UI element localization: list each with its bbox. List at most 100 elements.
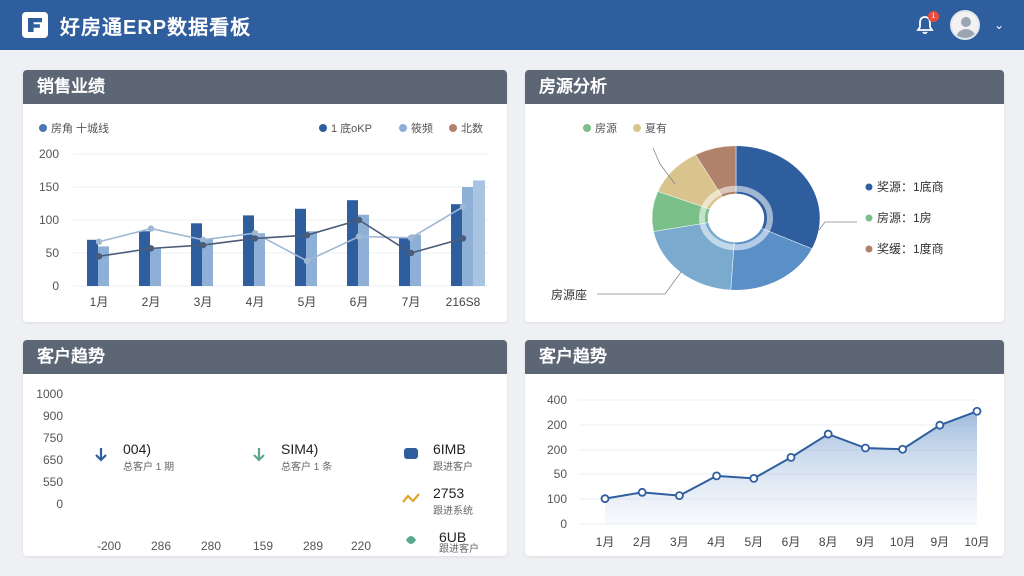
x-tick-label: 1月 (90, 295, 109, 309)
metric-value: SIM4) (281, 441, 318, 457)
bar (243, 215, 254, 286)
trend-point (935, 420, 945, 430)
y-tick-label: 1000 (36, 387, 63, 401)
x-tick-label: 2月 (633, 535, 652, 549)
y-tick-label: 200 (39, 147, 59, 161)
metric-label: 跟进客户 (439, 542, 479, 555)
leader-line (597, 271, 682, 295)
notification-bell-icon[interactable]: 1 (914, 11, 939, 36)
legend-label: 奖缓：1度商 (877, 241, 944, 256)
line-point (355, 233, 363, 240)
line-point (459, 203, 467, 210)
y-tick-label: 900 (43, 409, 63, 423)
x-tick-label: 2月 (142, 295, 161, 309)
housing-card-title: 房源分析 (525, 70, 1004, 104)
customer-stats-card-title: 客户趋势 (23, 340, 507, 374)
trend-point (972, 406, 982, 416)
customer-trend-card: 客户趋势 400 200 200 50 100 0 1月 2月 3月 4月 5月 6月 8月 9月 10月 9… (525, 340, 1004, 556)
legend-swatch (449, 124, 457, 132)
x-tick-label: 9月 (856, 535, 875, 549)
trend-point (823, 429, 833, 439)
trend-point (600, 494, 610, 504)
y-tick-label: 200 (547, 418, 567, 432)
pie-hole-ring (699, 185, 773, 251)
bar (410, 234, 421, 286)
metric-value: 6IMB (433, 441, 466, 457)
sales-chart: 房角 十城线 1 底oKP 筱频 北数 200 150 100 50 0 1月 2月 3月 4月 5月 6月… (39, 121, 489, 309)
customer-trend-chart: 400 200 200 50 100 0 1月 2月 3月 4月 5月 6月 8月 9月 10月 9月 10月 (547, 393, 990, 549)
leader-line (818, 221, 857, 231)
y-tick-label: 750 (43, 431, 63, 445)
x-tick-label: 280 (201, 539, 221, 553)
x-tick-label: -200 (97, 539, 121, 553)
arrow-down-icon (253, 448, 265, 462)
bar (295, 208, 306, 286)
chevron-down-icon[interactable]: ⌄ (994, 18, 1004, 32)
bar (87, 239, 98, 286)
chat-icon (404, 448, 418, 459)
x-tick-label: 9月 (930, 535, 949, 549)
line-point (407, 234, 415, 242)
metric-label: 跟进客户 (433, 460, 473, 473)
customer-stats-panel: 1000 900 750 650 550 0 -200 286 280 159 289 220 004)… (36, 387, 479, 555)
sales-card: 销售业绩 房角 十城线 1 底oKP 筱频 北数 200 150 100 50 0 1月 2月 3月 4… (23, 70, 507, 322)
bar (451, 204, 462, 286)
y-tick-label: 0 (52, 279, 59, 293)
sales-card-title: 销售业绩 (23, 70, 507, 104)
top-bar: 好房通ERP数据看板 1 ⌄ (0, 0, 1024, 50)
legend-swatch (865, 183, 873, 191)
metric-label: 总客户 1 期 (123, 460, 174, 473)
metric-value: 2753 (433, 485, 464, 501)
x-tick-label: 1月 (596, 535, 615, 549)
legend-label: 房角 十城线 (51, 121, 109, 135)
y-tick-label: 0 (560, 517, 567, 531)
trend-point (637, 487, 647, 497)
bar (399, 237, 410, 286)
trend-point (712, 471, 722, 481)
y-tick-label: 50 (46, 246, 60, 260)
x-tick-label: 3月 (670, 535, 689, 549)
housing-pie-chart: 房源 夏有奖源：1底商房源：1房奖缓：1度商房源座 (551, 121, 944, 302)
trend-point (860, 443, 870, 453)
legend-swatch (633, 124, 641, 132)
y-tick-label: 400 (547, 393, 567, 407)
legend-swatch (319, 124, 327, 132)
x-tick-label: 289 (303, 539, 323, 553)
line-point (95, 253, 103, 260)
x-tick-label: 216S8 (446, 295, 481, 309)
bar (473, 180, 485, 286)
trend-point (674, 491, 684, 501)
x-tick-label: 10月 (964, 535, 989, 549)
metric-value: 6UB (439, 529, 466, 545)
user-avatar[interactable] (949, 10, 980, 40)
metric-label: 跟进系统 (433, 504, 473, 517)
y-tick-label: 650 (43, 453, 63, 467)
line-point (251, 235, 259, 242)
logo-icon[interactable] (22, 12, 48, 38)
x-tick-label: 4月 (707, 535, 726, 549)
bar (98, 246, 109, 286)
line-point (355, 216, 363, 224)
housing-card: 房源分析 房源 夏有 奖源：1底商 房源：1房 奖缓：1度商 房源座 (525, 70, 1004, 322)
x-tick-label: 7月 (402, 295, 421, 309)
legend-swatch (865, 245, 873, 253)
y-tick-label: 100 (39, 213, 59, 227)
y-tick-label: 0 (56, 497, 63, 511)
legend-label: 1 底oKP (331, 121, 372, 135)
pie-slice (653, 222, 735, 291)
y-tick-label: 50 (554, 467, 568, 481)
legend-label: 房源 (595, 121, 617, 135)
x-tick-label: 220 (351, 539, 371, 553)
x-tick-label: 5月 (744, 535, 763, 549)
y-tick-label: 200 (547, 443, 567, 457)
x-tick-label: 10月 (890, 535, 915, 549)
legend-swatch (865, 214, 873, 222)
trend-point (749, 474, 759, 483)
shield-icon (406, 536, 416, 544)
y-tick-label: 550 (43, 475, 63, 489)
legend-swatch (399, 124, 407, 132)
app-title: 好房通ERP数据看板 (60, 16, 252, 39)
bar (347, 200, 358, 286)
bar (191, 223, 202, 286)
x-tick-label: 5月 (298, 295, 317, 309)
